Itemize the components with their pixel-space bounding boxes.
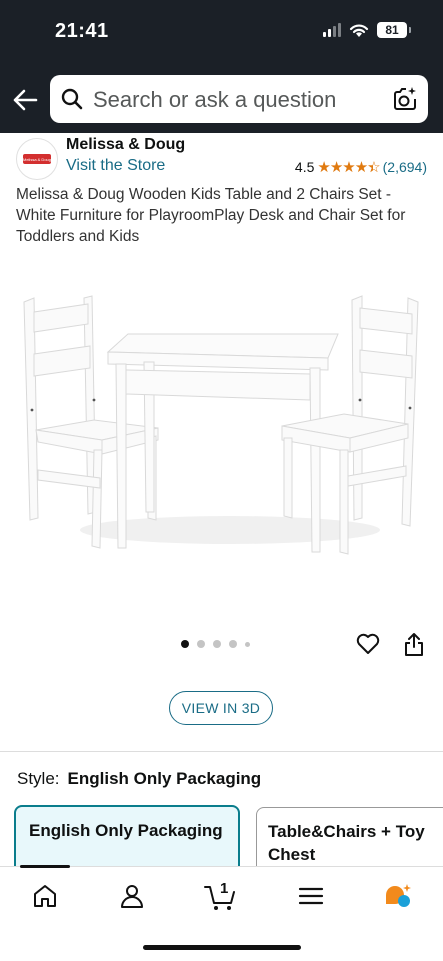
rating-summary[interactable]: 4.5 ★★★★☆★ (2,694) — [295, 158, 427, 176]
menu-icon[interactable] — [296, 881, 326, 911]
style-selected-value: English Only Packaging — [67, 769, 262, 788]
carousel-dot[interactable] — [213, 640, 221, 648]
home-indicator — [143, 945, 301, 950]
heart-icon[interactable] — [356, 633, 380, 655]
visit-store-link[interactable]: Visit the Store — [66, 157, 165, 175]
style-option-label: English Only Packaging — [29, 821, 223, 840]
view-in-3d-button[interactable]: VIEW IN 3D — [169, 691, 273, 725]
cart-button[interactable]: 1 — [203, 880, 239, 911]
search-icon — [61, 88, 83, 110]
home-icon[interactable] — [30, 881, 60, 911]
battery-indicator: 81 — [377, 22, 411, 38]
rating-count[interactable]: (2,694) — [383, 159, 427, 175]
wifi-icon — [349, 24, 369, 37]
carousel-dot[interactable] — [197, 640, 205, 648]
carousel-dot[interactable] — [181, 640, 189, 648]
style-option-label: Table&Chairs + Toy Chest — [268, 822, 425, 864]
brand-name: Melissa & Doug — [66, 136, 186, 153]
svg-text:Melissa & Doug: Melissa & Doug — [23, 157, 51, 162]
nav-active-indicator — [20, 865, 70, 868]
account-icon[interactable] — [117, 881, 147, 911]
cellular-signal-icon — [323, 23, 341, 37]
rating-value: 4.5 — [294, 159, 315, 175]
back-arrow-icon[interactable] — [12, 88, 38, 112]
style-label-text: Style: — [17, 769, 60, 788]
section-divider — [0, 751, 443, 752]
search-placeholder: Search or ask a question — [93, 87, 337, 112]
status-time: 21:41 — [55, 20, 109, 42]
image-carousel-dots[interactable] — [181, 640, 250, 648]
brand-logo[interactable]: Melissa & Doug — [16, 138, 58, 180]
style-option-table-chairs-toy-chest[interactable]: Table&Chairs + Toy Chest — [256, 807, 443, 875]
product-title: Melissa & Doug Wooden Kids Table and 2 C… — [16, 186, 406, 245]
carousel-dot[interactable] — [245, 641, 250, 647]
product-image[interactable] — [20, 290, 425, 560]
star-rating-icon: ★★★★☆★ — [317, 159, 380, 176]
app-header: 21:41 81 Search or ask a question — [0, 0, 443, 133]
camera-search-icon[interactable] — [392, 86, 418, 112]
cart-count: 1 — [220, 880, 229, 897]
style-selector-label: Style: English Only Packaging — [17, 769, 261, 789]
share-icon[interactable] — [403, 631, 425, 657]
search-input[interactable]: Search or ask a question — [50, 75, 428, 123]
rufus-assistant-icon[interactable] — [383, 881, 413, 911]
status-icons: 81 — [323, 22, 411, 38]
carousel-dot[interactable] — [229, 640, 237, 648]
